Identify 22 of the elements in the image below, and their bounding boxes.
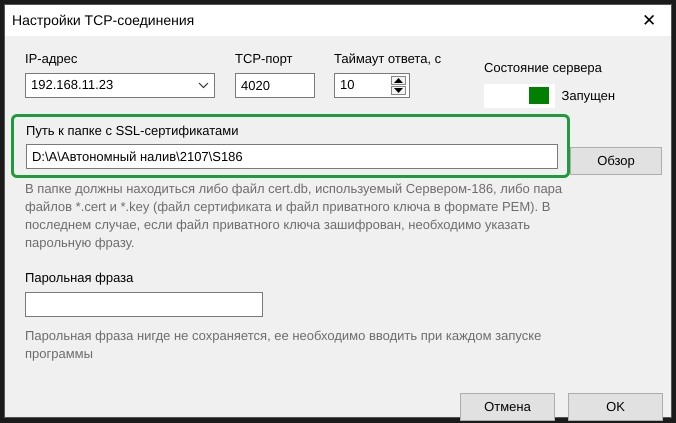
field-label: TCP-порт [235,50,294,68]
help-text: В папке должны находиться либо файл cert.db, используемый Сервером-186, либо пара файлов *.cert и *.key (файл сертификата и файл приватного ключа в формате PEM). В последнем случае, если файл приватного ключа зашифрован, необходимо указать парольную фразу. [25,180,564,252]
field-label: Путь к папке с SSL-сертификатами [26,122,240,140]
close-button[interactable]: ✕ [627,5,671,36]
field-label: Парольная фраза [25,269,134,287]
status-text: Запущен [562,86,616,105]
spin-arrows-icon [391,76,406,94]
field-label: Таймаут ответа, с [334,50,442,68]
ip-combobox[interactable]: 192.168.11.23 [25,72,215,98]
port-field[interactable]: 4020 [235,72,315,98]
dialog-button[interactable]: OK [568,392,663,420]
chevron-icon [198,82,209,88]
dialog-button[interactable]: Отмена [460,392,555,420]
timeout-spinbox[interactable]: 10 [334,72,410,98]
status-indicator [484,84,555,108]
passphrase-field[interactable] [25,292,263,316]
field-label: Состояние сервера [484,59,603,77]
window-title: Настройки TCP-соединения [12,11,194,30]
help-text: Парольная фраза нигде не сохраняется, ее необходимо вводить при каждом запуске программы [25,326,542,362]
path-field[interactable]: D:\A\Автономный налив\2107\S186 [26,144,558,169]
browse-button[interactable]: Обзор [570,146,662,175]
field-label: IP-адрес [25,50,78,68]
